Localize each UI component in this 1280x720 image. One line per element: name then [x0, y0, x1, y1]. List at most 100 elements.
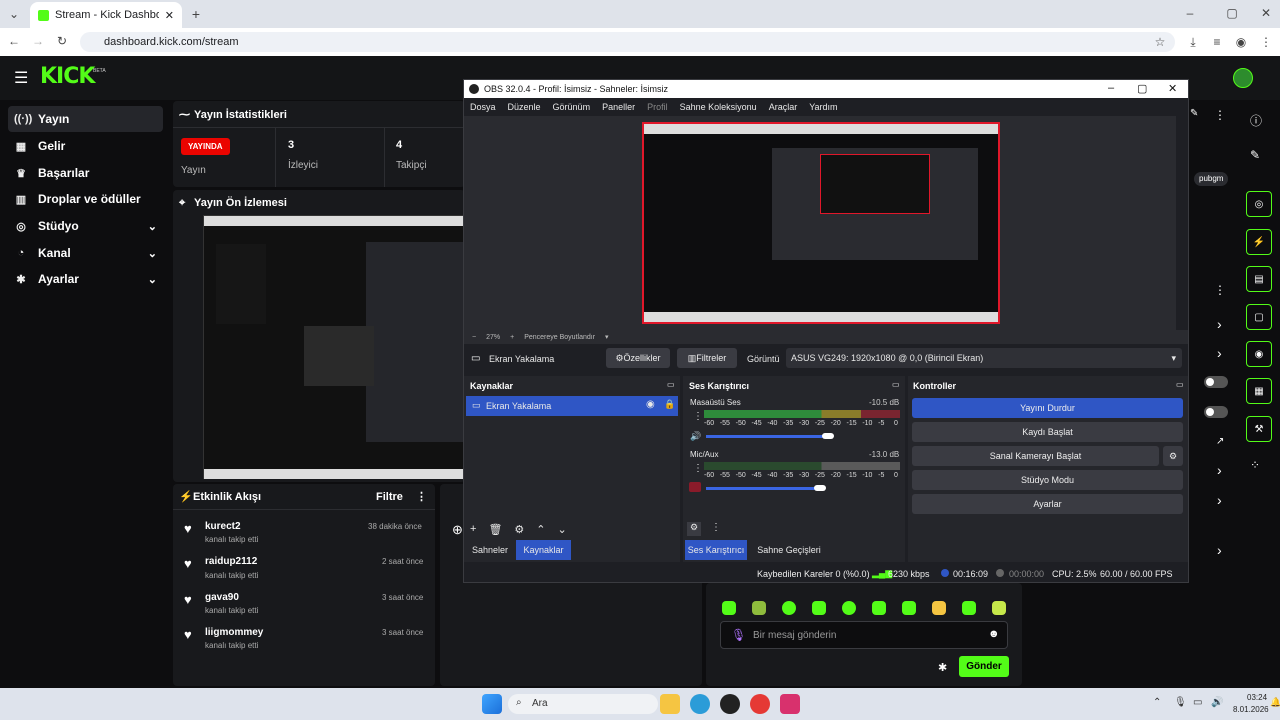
- kick-logo[interactable]: KICK: [40, 64, 95, 89]
- more-options-icon[interactable]: ⋮: [693, 411, 703, 422]
- chrome-icon[interactable]: [750, 694, 770, 714]
- edit-icon[interactable]: ✎: [1190, 108, 1198, 119]
- new-tab-icon[interactable]: +: [186, 6, 206, 22]
- zoom-in-icon[interactable]: +: [510, 334, 514, 341]
- close-tab-icon[interactable]: ✕: [165, 9, 174, 22]
- move-down-icon[interactable]: ⌄: [558, 523, 567, 536]
- send-button[interactable]: Gönder: [959, 656, 1009, 677]
- filters-button[interactable]: ▥ Filtreler: [677, 348, 737, 368]
- sidebar-item-kanal[interactable]: ◔ Kanal ⌄: [8, 240, 163, 266]
- volume-icon[interactable]: 🔊: [1211, 697, 1223, 708]
- more-options-icon[interactable]: ⋮: [1214, 108, 1226, 122]
- source-item[interactable]: ▭ Ekran Yakalama ◉ 🔒: [466, 396, 678, 416]
- studio-mode-button[interactable]: Stüdyo Modu: [912, 470, 1183, 490]
- add-icon[interactable]: +: [470, 523, 476, 535]
- menu-profil[interactable]: Profil: [647, 102, 668, 112]
- chevron-right-icon[interactable]: ›: [1217, 462, 1222, 478]
- maximize-icon[interactable]: ▢: [1222, 6, 1242, 20]
- dropdown-icon[interactable]: ▾: [605, 333, 609, 341]
- maximize-icon[interactable]: ▢: [1137, 82, 1147, 95]
- move-up-icon[interactable]: ⌃: [536, 523, 545, 536]
- emote-icon[interactable]: [782, 601, 796, 615]
- fit-to-window[interactable]: Pencereye Boyutlandır: [524, 334, 595, 341]
- speaker-icon[interactable]: 🔊: [690, 431, 701, 442]
- chevron-right-icon[interactable]: ›: [1217, 345, 1222, 361]
- mixer-settings-icon[interactable]: ⚙: [687, 522, 701, 536]
- obs-canvas[interactable]: [642, 122, 1000, 324]
- emote-icon[interactable]: [842, 601, 856, 615]
- media-icon[interactable]: ≡: [1207, 35, 1227, 49]
- slider-knob[interactable]: [814, 485, 826, 491]
- sidebar-item-basarilar[interactable]: ♛ Başarılar: [8, 160, 163, 186]
- emote-icon[interactable]: [992, 601, 1006, 615]
- user-chip[interactable]: pubgm: [1194, 172, 1228, 186]
- dock-undock-icon[interactable]: ▭: [1176, 380, 1184, 389]
- bookmark-star-icon[interactable]: ☆: [1150, 35, 1170, 49]
- sidebar-item-ayarlar[interactable]: ✱ Ayarlar ⌄: [8, 266, 163, 292]
- menu-yardim[interactable]: Yardım: [809, 102, 837, 112]
- desktop-volume-slider[interactable]: [706, 435, 828, 438]
- back-icon[interactable]: ←: [4, 34, 24, 48]
- layout-icon[interactable]: ▦: [1246, 378, 1272, 404]
- eye-icon[interactable]: ◉: [646, 399, 655, 410]
- tab-audio-mixer[interactable]: Ses Karıştırıcı: [685, 540, 747, 560]
- globe-icon[interactable]: ⊕: [452, 522, 463, 538]
- app-icon[interactable]: [690, 694, 710, 714]
- tab-menu-icon[interactable]: ⌄: [4, 7, 24, 21]
- target-icon[interactable]: ◎: [1246, 191, 1272, 217]
- chart-icon[interactable]: ↗: [1216, 436, 1224, 447]
- url-field[interactable]: dashboard.kick.com/stream: [80, 32, 1175, 52]
- close-window-icon[interactable]: ✕: [1256, 6, 1276, 20]
- settings-button[interactable]: Ayarlar: [912, 494, 1183, 514]
- more-options-icon[interactable]: ⋮: [711, 522, 721, 533]
- sidebar-item-gelir[interactable]: ▦ Gelir: [8, 133, 163, 159]
- more-options-icon[interactable]: ⋮: [416, 490, 427, 503]
- browser-tab[interactable]: Stream - Kick Dashboard ✕: [30, 2, 182, 28]
- emote-icon[interactable]: [962, 601, 976, 615]
- info-icon[interactable]: ⓘ: [1250, 112, 1262, 129]
- hamburger-menu-icon[interactable]: ☰: [14, 68, 28, 88]
- obs-app-icon[interactable]: [720, 694, 740, 714]
- tab-scenes[interactable]: Sahneler: [466, 540, 514, 560]
- filter-button[interactable]: Filtre: [376, 491, 403, 503]
- chat-settings-icon[interactable]: ✱: [938, 661, 947, 674]
- start-recording-button[interactable]: Kaydı Başlat: [912, 422, 1183, 442]
- emote-icon[interactable]: [932, 601, 946, 615]
- clock-date[interactable]: 8.01.2026: [1233, 705, 1269, 714]
- bolt-icon[interactable]: ⚡: [1246, 229, 1272, 255]
- event-user[interactable]: liigmommey: [205, 627, 263, 638]
- reload-icon[interactable]: ↻: [52, 34, 72, 48]
- event-user[interactable]: gava90: [205, 592, 239, 603]
- trash-icon[interactable]: 🗑: [488, 523, 502, 536]
- sidebar-item-droplar[interactable]: ▥ Droplar ve ödüller: [8, 186, 163, 212]
- start-button-icon[interactable]: [482, 694, 502, 714]
- emote-icon[interactable]: [722, 601, 736, 615]
- close-icon[interactable]: ✕: [1168, 82, 1177, 95]
- emote-icon[interactable]: [812, 601, 826, 615]
- menu-dosya[interactable]: Dosya: [470, 102, 496, 112]
- menu-duzenle[interactable]: Düzenle: [508, 102, 541, 112]
- mic-volume-slider[interactable]: [706, 487, 820, 490]
- minimize-icon[interactable]: –: [1108, 82, 1114, 94]
- stop-stream-button[interactable]: Yayını Durdur: [912, 398, 1183, 418]
- properties-button[interactable]: ⚙ Özellikler: [606, 348, 670, 368]
- zoom-out-icon[interactable]: −: [472, 334, 476, 341]
- dots-cluster-icon[interactable]: ⁘: [1250, 458, 1260, 472]
- virtual-camera-settings-icon[interactable]: ⚙: [1163, 446, 1183, 466]
- document-icon[interactable]: ▤: [1246, 266, 1272, 292]
- toggle-switch[interactable]: [1204, 376, 1228, 388]
- chat-bubble-icon[interactable]: ▢: [1246, 304, 1272, 330]
- notification-icon[interactable]: 🔔: [1270, 697, 1280, 708]
- chevron-right-icon[interactable]: ›: [1217, 542, 1222, 558]
- menu-sahne-koleksiyonu[interactable]: Sahne Koleksiyonu: [680, 102, 757, 112]
- broadcast-icon[interactable]: ◉: [1246, 341, 1272, 367]
- profile-icon[interactable]: ◉: [1231, 35, 1251, 49]
- event-user[interactable]: raidup2112: [205, 556, 257, 567]
- toggle-switch[interactable]: [1204, 406, 1228, 418]
- display-select[interactable]: ASUS VG249: 1920x1080 @ 0,0 (Birincil Ek…: [786, 348, 1182, 368]
- chevron-right-icon[interactable]: ›: [1217, 316, 1222, 332]
- emote-icon[interactable]: [752, 601, 766, 615]
- dock-undock-icon[interactable]: ▭: [667, 380, 675, 389]
- mic-tray-icon[interactable]: 🎙: [1174, 697, 1187, 708]
- chrome-menu-icon[interactable]: ⋮: [1256, 35, 1276, 49]
